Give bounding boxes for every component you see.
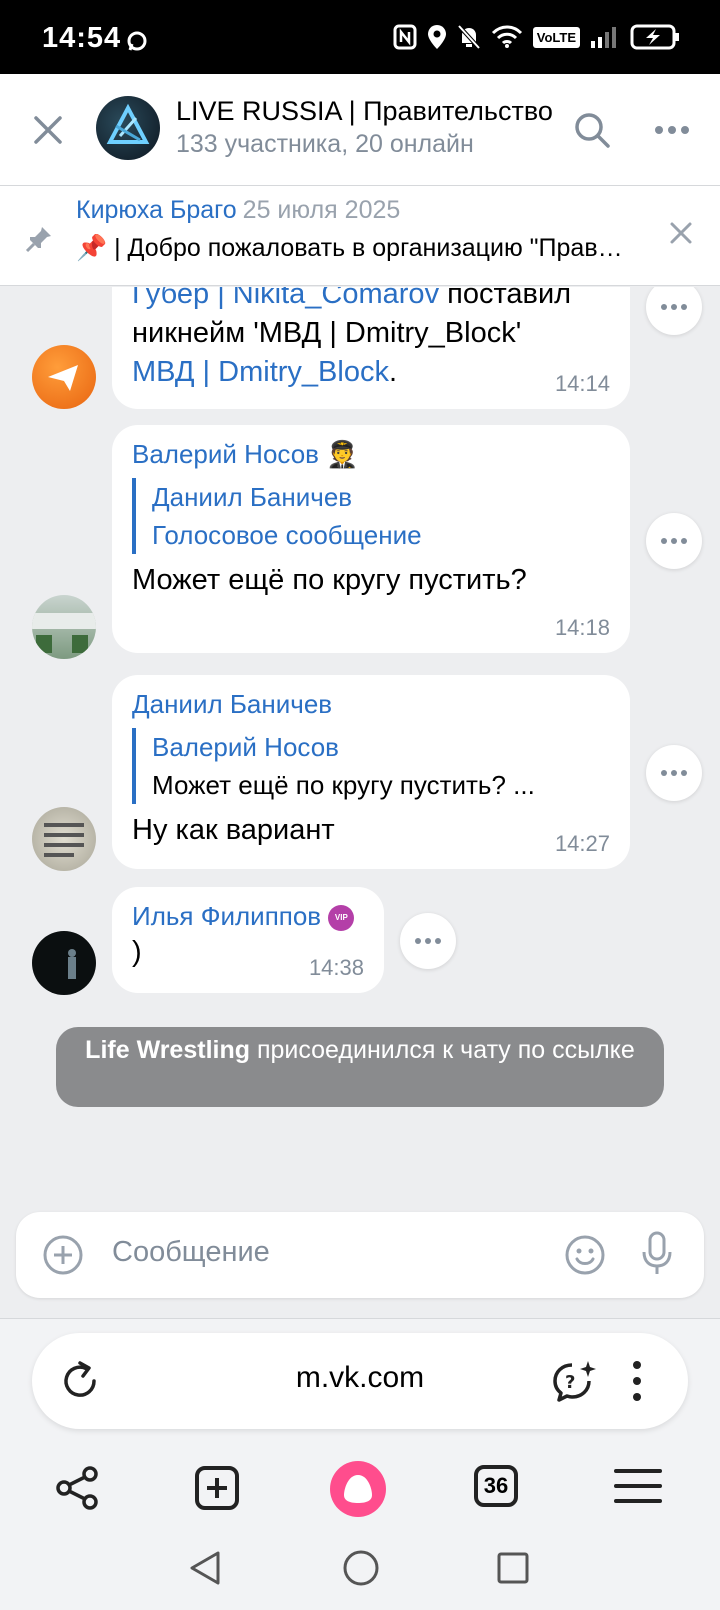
- message-text: Ну как вариант: [132, 814, 335, 846]
- message-bubble[interactable]: Валерий Носов 🧑‍✈️ Даниил Баничев Голосо…: [112, 425, 630, 653]
- service-text: присоединился к чату по ссылке: [250, 1036, 635, 1064]
- message-bubble[interactable]: Илья Филиппов VIP ) 14:38: [112, 887, 384, 993]
- avatar-image-icon: [68, 949, 76, 979]
- message-actions-button[interactable]: [646, 513, 702, 569]
- message-bubble[interactable]: Губер | Nikita_Comarov поставил никнейм …: [112, 287, 630, 409]
- wifi-icon: [491, 25, 522, 48]
- chat-messages: Губер | Nikita_Comarov поставил никнейм …: [0, 287, 720, 1317]
- location-icon: [427, 25, 446, 49]
- nfc-icon: [393, 24, 417, 50]
- avatar[interactable]: [32, 807, 96, 871]
- pin-icon: [25, 227, 51, 253]
- pinned-text: 📌 | Добро пожаловать в организацию "Прав…: [76, 234, 636, 262]
- battery-charging-icon: [630, 24, 679, 50]
- browser-toolbar: 36: [0, 1445, 720, 1535]
- message-time: 14:27: [554, 831, 610, 856]
- ai-assistant-icon[interactable]: ?: [550, 1357, 598, 1405]
- volte-icon: VoLTE: [532, 26, 580, 48]
- message-time: 14:18: [554, 615, 610, 640]
- message-text-part: никнейм 'МВД | Dmitry_Block': [132, 317, 522, 349]
- signal-icon: [591, 27, 616, 48]
- reply-quote[interactable]: Валерий Носов Может ещё по кругу пустить…: [132, 728, 610, 804]
- chat-title[interactable]: LIVE RUSSIA | Правительство: [176, 96, 553, 127]
- message-composer: Сообщение: [16, 1212, 704, 1298]
- message-time: 14:14: [554, 371, 610, 396]
- microphone-icon[interactable]: [640, 1230, 674, 1278]
- browser-chrome: m.vk.com ? 36: [0, 1318, 720, 1610]
- pinned-author-name: Кирюха Браго: [76, 196, 237, 224]
- pinned-author: Кирюха Браго 25 июля 2025: [76, 196, 400, 225]
- attach-plus-icon[interactable]: [42, 1234, 84, 1276]
- status-time: 14:54: [42, 22, 122, 54]
- author-name: Илья Филиппов: [132, 901, 322, 931]
- avatar[interactable]: [32, 595, 96, 659]
- status-icons: VoLTE: [393, 24, 680, 50]
- svg-text:?: ?: [565, 1372, 575, 1393]
- pinned-date: 25 июля 2025: [242, 196, 401, 224]
- message-actions-button[interactable]: [646, 287, 702, 335]
- new-tab-icon[interactable]: [194, 1465, 240, 1511]
- send-bot-icon: [48, 365, 78, 391]
- message-author[interactable]: Даниил Баничев: [132, 689, 610, 720]
- home-icon[interactable]: [342, 1549, 380, 1587]
- author-emoji: 🧑‍✈️: [326, 439, 359, 469]
- chat-avatar[interactable]: [96, 96, 160, 160]
- alice-assistant-button[interactable]: [330, 1461, 386, 1517]
- service-message: Life Wrestling присоединился к чату по с…: [56, 1027, 664, 1107]
- quote-author: Валерий Носов: [152, 732, 339, 762]
- user-link[interactable]: МВД | Dmitry_Block: [132, 356, 389, 388]
- chat-header: LIVE RUSSIA | Правительство 133 участник…: [0, 74, 720, 186]
- whatsapp-icon: [127, 31, 147, 51]
- message-actions-button[interactable]: [400, 913, 456, 969]
- unpin-close-icon[interactable]: [668, 220, 694, 246]
- avatar[interactable]: [32, 345, 96, 409]
- recent-apps-icon[interactable]: [496, 1551, 530, 1585]
- author-name: Валерий Носов: [132, 439, 319, 469]
- message-text-part: поставил: [439, 287, 572, 310]
- more-options-icon[interactable]: [652, 116, 692, 144]
- message-text: Губер | Nikita_Comarov поставил никнейм …: [132, 287, 610, 392]
- search-icon[interactable]: [572, 110, 612, 150]
- pinned-message[interactable]: Кирюха Браго 25 июля 2025 📌 | Добро пожал…: [0, 186, 720, 286]
- message-time: 14:38: [308, 955, 364, 980]
- message-actions-button[interactable]: [646, 745, 702, 801]
- tabs-counter-button[interactable]: 36: [474, 1465, 518, 1507]
- status-bar: 14:54 VoLTE: [0, 0, 720, 74]
- system-navigation-bar: [0, 1535, 720, 1610]
- avatar[interactable]: [32, 931, 96, 995]
- avatar-image-icon: [44, 823, 84, 857]
- emoji-icon[interactable]: [564, 1234, 606, 1276]
- share-icon[interactable]: [54, 1465, 100, 1511]
- address-bar[interactable]: m.vk.com ?: [32, 1333, 688, 1429]
- avatar-image-icon: [32, 613, 96, 653]
- alice-icon: [344, 1475, 372, 1503]
- quote-text: Голосовое сообщение: [152, 520, 422, 550]
- reply-quote[interactable]: Даниил Баничев Голосовое сообщение: [132, 478, 610, 554]
- message-bubble[interactable]: Даниил Баничев Валерий Носов Может ещё п…: [112, 675, 630, 869]
- back-icon[interactable]: [188, 1549, 222, 1587]
- message-text-part: .: [388, 356, 398, 388]
- group-logo-icon: [106, 103, 150, 144]
- message-text: Может ещё по кругу пустить?: [132, 564, 527, 596]
- message-author[interactable]: Илья Филиппов VIP: [132, 901, 364, 932]
- message-input[interactable]: Сообщение: [112, 1236, 270, 1269]
- service-actor[interactable]: Life Wrestling: [85, 1036, 250, 1064]
- user-link[interactable]: Губер | Nikita_Comarov: [132, 287, 439, 310]
- message-author[interactable]: Валерий Носов 🧑‍✈️: [132, 439, 610, 470]
- vip-badge-icon: VIP: [328, 905, 355, 932]
- quote-author: Даниил Баничев: [152, 482, 353, 512]
- mute-icon: [457, 24, 481, 50]
- close-chat-button[interactable]: [30, 112, 66, 148]
- chat-subtitle: 133 участника, 20 онлайн: [176, 130, 474, 158]
- quote-text: Может ещё по кругу пустить? ...: [152, 770, 535, 800]
- browser-menu-icon[interactable]: [632, 1359, 642, 1403]
- hamburger-menu-icon[interactable]: [614, 1465, 662, 1507]
